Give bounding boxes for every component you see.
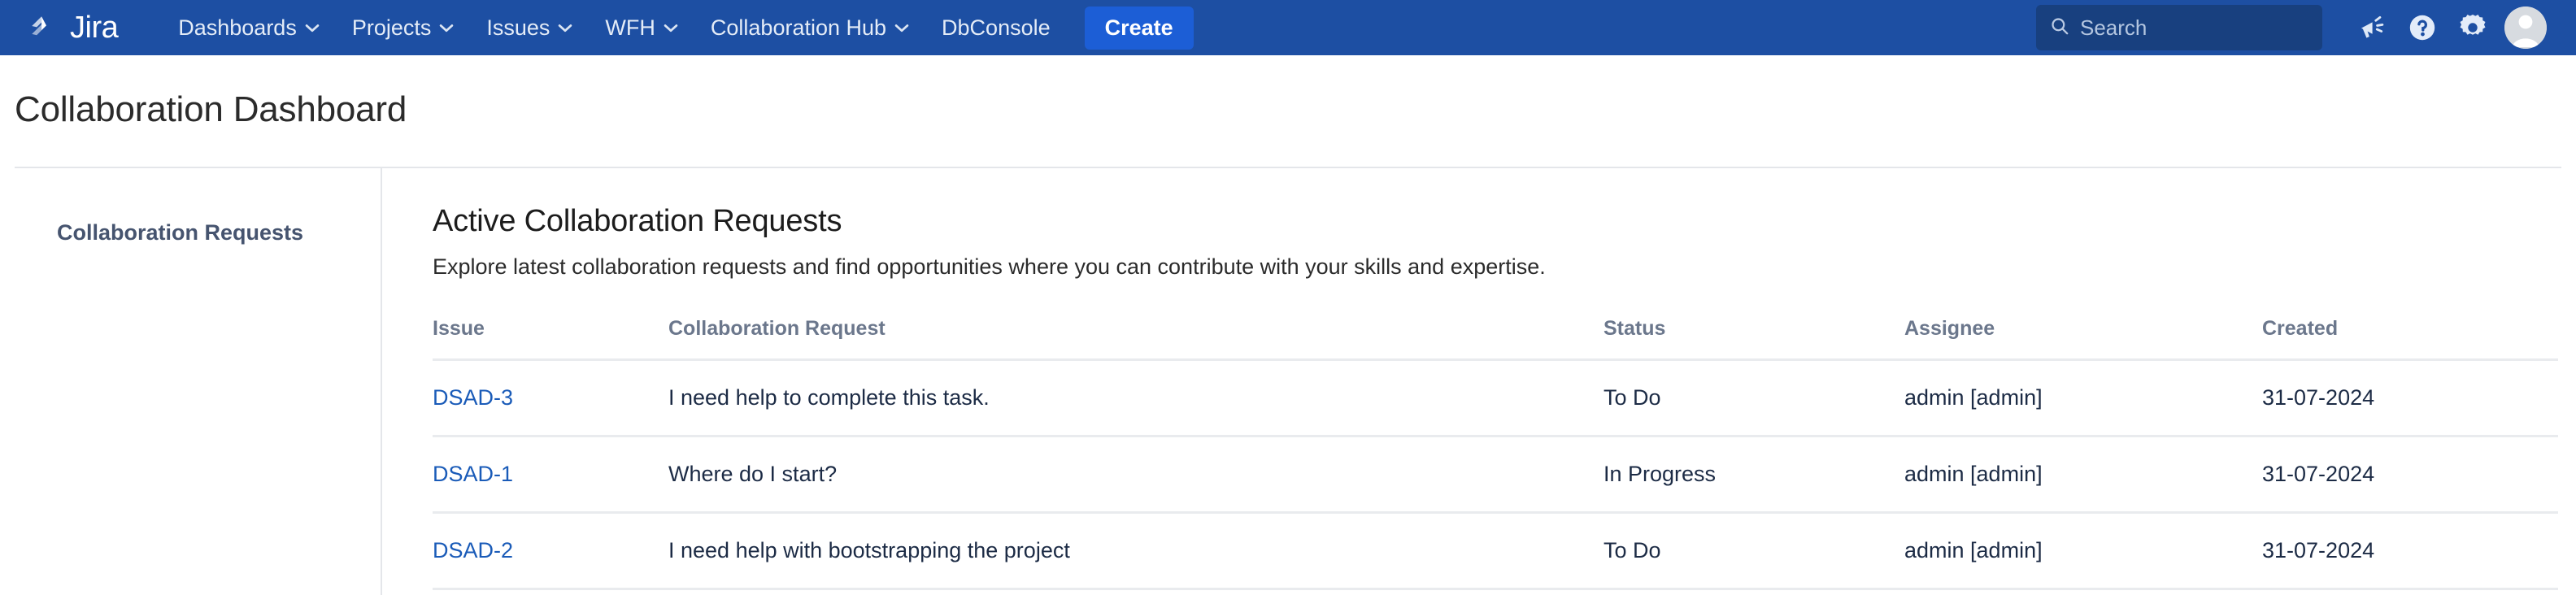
cell-status: To Do xyxy=(1603,512,1904,590)
top-navigation-bar: Jira Dashboards Projects Issues WFH Coll… xyxy=(0,0,2576,55)
cell-created: 31-07-2024 xyxy=(2262,436,2558,514)
nav-item-label: DbConsole xyxy=(942,15,1051,40)
cell-assignee: admin [admin] xyxy=(1904,436,2262,514)
nav-item-projects[interactable]: Projects xyxy=(336,8,471,48)
cell-request: I need help to complete this task. xyxy=(668,359,1603,437)
user-avatar-icon[interactable] xyxy=(2504,7,2547,49)
nav-item-issues[interactable]: Issues xyxy=(470,8,589,48)
issue-link[interactable]: DSAD-1 xyxy=(433,462,513,486)
chevron-down-icon xyxy=(664,24,678,33)
jira-logo-home-link[interactable]: Jira xyxy=(28,11,119,45)
table-row: DSAD-2 I need help with bootstrapping th… xyxy=(433,512,2558,590)
nav-item-label: Dashboards xyxy=(178,15,297,40)
cell-created: 31-07-2024 xyxy=(2262,359,2558,437)
create-button[interactable]: Create xyxy=(1084,6,1194,50)
sidebar-item-collaboration-requests[interactable]: Collaboration Requests xyxy=(0,212,381,254)
chevron-down-icon xyxy=(894,24,909,33)
cell-issue: DSAD-3 xyxy=(433,359,668,437)
cell-assignee: admin [admin] xyxy=(1904,359,2262,437)
dashboard-body: Collaboration Requests Active Collaborat… xyxy=(0,168,2576,595)
jira-wordmark: Jira xyxy=(70,11,119,45)
nav-item-dbconsole[interactable]: DbConsole xyxy=(925,8,1067,48)
chevron-down-icon xyxy=(305,24,320,33)
cell-request: Where do I start? xyxy=(668,436,1603,514)
issue-link[interactable]: DSAD-3 xyxy=(433,385,513,410)
primary-nav-items: Dashboards Projects Issues WFH Collabora xyxy=(162,6,1194,50)
cell-created: 31-07-2024 xyxy=(2262,512,2558,590)
collaboration-requests-table: Issue Collaboration Request Status Assig… xyxy=(433,317,2558,590)
announcements-icon[interactable] xyxy=(2347,2,2397,53)
panel-description: Explore latest collaboration requests an… xyxy=(433,254,1546,279)
nav-right-controls xyxy=(2036,2,2547,53)
search-icon xyxy=(2049,15,2070,41)
cell-request: I need help with bootstrapping the proje… xyxy=(668,512,1603,590)
jira-logo-icon xyxy=(28,11,62,45)
issue-link[interactable]: DSAD-2 xyxy=(433,538,513,562)
chevron-down-icon xyxy=(558,24,572,33)
dashboard-main-panel: Active Collaboration Requests Explore la… xyxy=(382,168,2576,595)
nav-item-collaboration-hub[interactable]: Collaboration Hub xyxy=(694,8,925,48)
search-box[interactable] xyxy=(2036,5,2322,50)
column-header-status: Status xyxy=(1603,317,1904,361)
nav-item-label: Projects xyxy=(351,15,432,40)
dashboard-sidebar: Collaboration Requests xyxy=(0,168,382,595)
table-row: DSAD-1 Where do I start? In Progress adm… xyxy=(433,436,2558,514)
help-icon[interactable] xyxy=(2397,2,2448,53)
cell-assignee: admin [admin] xyxy=(1904,512,2262,590)
page-title: Collaboration Dashboard xyxy=(15,89,407,129)
cell-status: In Progress xyxy=(1603,436,1904,514)
panel-title: Active Collaboration Requests xyxy=(433,204,842,238)
nav-item-dashboards[interactable]: Dashboards xyxy=(162,8,336,48)
cell-issue: DSAD-1 xyxy=(433,436,668,514)
column-header-assignee: Assignee xyxy=(1904,317,2262,361)
column-header-request: Collaboration Request xyxy=(668,317,1603,361)
nav-item-label: Collaboration Hub xyxy=(710,15,887,40)
settings-gear-icon[interactable] xyxy=(2448,2,2498,53)
chevron-down-icon xyxy=(439,24,454,33)
nav-item-label: WFH xyxy=(605,15,655,40)
search-input[interactable] xyxy=(2080,15,2309,41)
column-header-created: Created xyxy=(2262,317,2558,361)
nav-item-label: Issues xyxy=(486,15,550,40)
cell-status: To Do xyxy=(1603,359,1904,437)
nav-item-wfh[interactable]: WFH xyxy=(589,8,694,48)
table-row: DSAD-3 I need help to complete this task… xyxy=(433,359,2558,437)
cell-issue: DSAD-2 xyxy=(433,512,668,590)
sidebar-item-label: Collaboration Requests xyxy=(57,220,304,245)
table-header-row: Issue Collaboration Request Status Assig… xyxy=(433,317,2558,361)
column-header-issue: Issue xyxy=(433,317,668,361)
